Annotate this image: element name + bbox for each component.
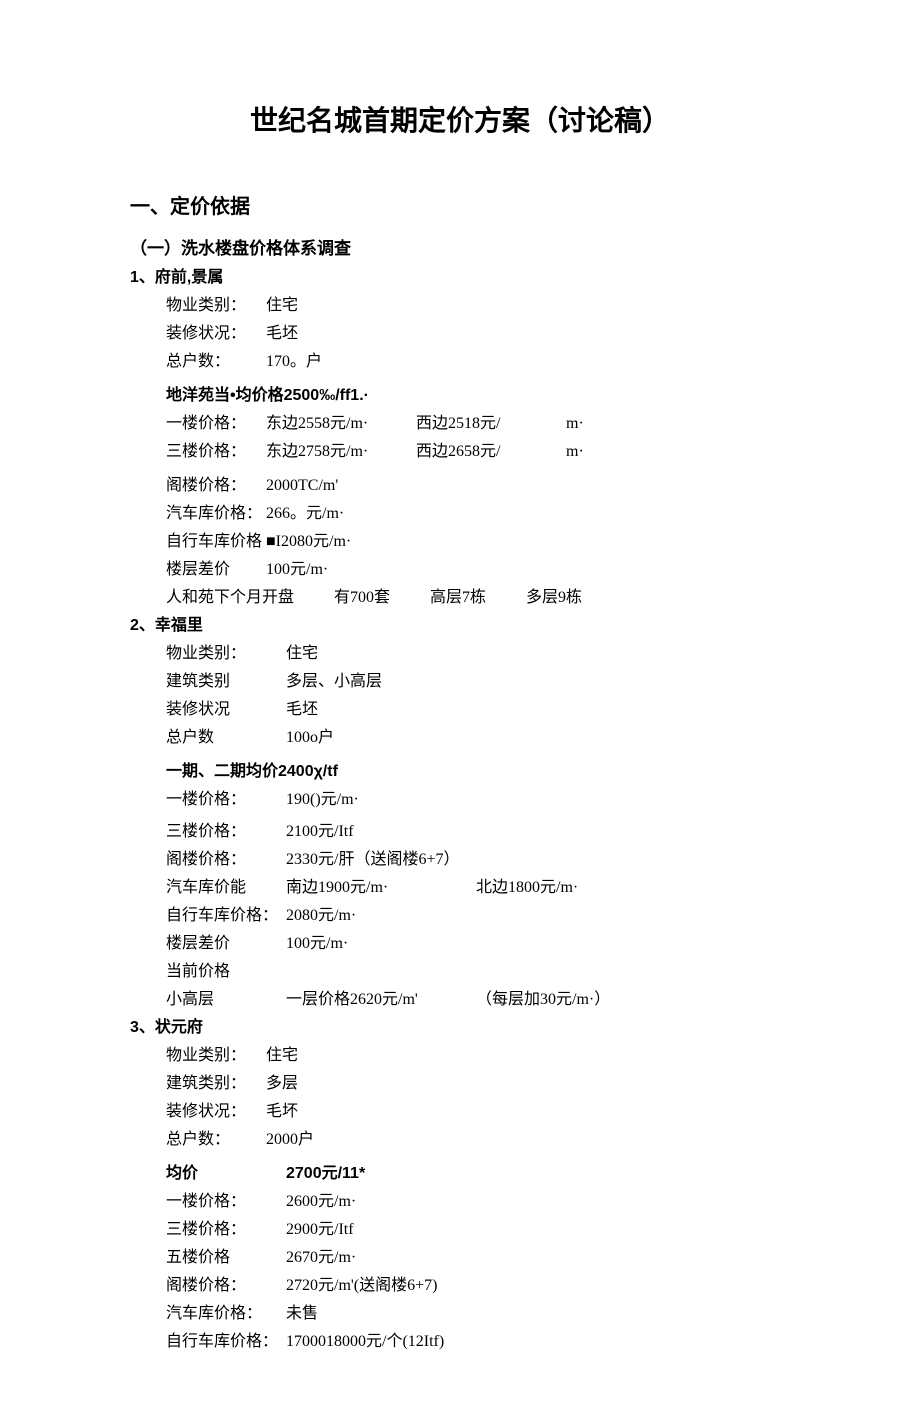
property-3-block: 物业类别：住宅 建筑类别：多层 装修状况：毛坏 总户数：2000户 均价 270… — [166, 1044, 790, 1354]
p2-attic-label: 阁楼价格： — [166, 848, 286, 872]
p3-build-label: 建筑类别： — [166, 1072, 266, 1096]
p1-attic-label: 阁楼价格： — [166, 474, 266, 498]
p2-smallhigh-label: 小高层 — [166, 988, 286, 1012]
p1-type-label: 物业类别： — [166, 294, 266, 318]
p3-garage-value: 未售 — [286, 1302, 318, 1326]
p1-floor1-unit: m· — [566, 412, 584, 436]
p3-deco-value: 毛坏 — [266, 1100, 298, 1124]
p2-bike-label: 自行车库价格： — [166, 904, 286, 928]
p1-note-c: 高层7栋 — [430, 586, 486, 610]
p1-floor3-unit: m· — [566, 440, 584, 464]
property-2-heading: 2、幸福里 — [130, 614, 790, 638]
p1-bike-value: ■I2080元/m· — [266, 530, 351, 554]
p3-attic-value: 2720元/m'(送阁楼6+7) — [286, 1274, 437, 1298]
p2-garage-label: 汽车库价能 — [166, 876, 286, 900]
p1-note-row: 人和苑下个月开盘 有700套 高层7栋 多层9栋 — [166, 586, 790, 610]
p3-floor5-label: 五楼价格 — [166, 1246, 286, 1270]
p2-floor1-value: 190()元/m· — [286, 788, 359, 812]
property-3-heading: 3、状元府 — [130, 1016, 790, 1040]
p1-note-d: 多层9栋 — [526, 586, 582, 610]
p1-note-b: 有700套 — [334, 586, 390, 610]
p1-households-value: 170。户 — [266, 350, 322, 374]
p1-garage-label: 汽车库价格： — [166, 502, 266, 526]
p2-floordiff-label: 楼层差价 — [166, 932, 286, 956]
p3-bike-value: 1700018000元/个(12Itf) — [286, 1330, 444, 1354]
survey-heading: （一）洗水楼盘价格体系调查 — [130, 236, 790, 262]
p2-build-label: 建筑类别 — [166, 670, 286, 694]
p2-type-value: 住宅 — [286, 642, 318, 666]
p2-bike-value: 2080元/m· — [286, 904, 356, 928]
p2-current-label: 当前价格 — [166, 960, 286, 984]
p1-bike-label: 自行车库价格 — [166, 530, 266, 554]
p2-type-label: 物业类别： — [166, 642, 286, 666]
p1-floor1-label: 一楼价格： — [166, 412, 266, 436]
property-2-block: 物业类别：住宅 建筑类别多层、小高层 装修状况毛坯 总户数100o户 一期、二期… — [166, 642, 790, 1012]
p1-floor3-east: 东边2758元/m· — [266, 440, 416, 464]
p3-deco-label: 装修状况： — [166, 1100, 266, 1124]
p3-floor1-label: 一楼价格： — [166, 1190, 286, 1214]
p2-garage-north: 北边1800元/m· — [476, 876, 578, 900]
p2-floordiff-value: 100元/m· — [286, 932, 348, 956]
p2-floor1-label: 一楼价格： — [166, 788, 286, 812]
p2-floor3-value: 2100元/Itf — [286, 820, 354, 844]
page-title: 世纪名城首期定价方案（讨论稿） — [130, 100, 790, 142]
p3-floor3-label: 三楼价格： — [166, 1218, 286, 1242]
p3-floor1-value: 2600元/m· — [286, 1190, 356, 1214]
p2-garage-south: 南边1900元/m· — [286, 876, 476, 900]
p2-smallhigh-price: 一层价格2620元/m' — [286, 988, 476, 1012]
p3-attic-label: 阁楼价格： — [166, 1274, 286, 1298]
p3-avg-value: 2700元/11* — [286, 1162, 365, 1186]
p1-avg-price-line: 地洋苑当•均价格2500‰/ff1.· — [166, 384, 790, 408]
p2-deco-value: 毛坯 — [286, 698, 318, 722]
p3-households-label: 总户数： — [166, 1128, 266, 1152]
p3-floor3-value: 2900元/Itf — [286, 1218, 354, 1242]
section-1-heading: 一、定价依据 — [130, 192, 790, 222]
p2-households-label: 总户数 — [166, 726, 286, 750]
p2-households-value: 100o户 — [286, 726, 334, 750]
p1-garage-value: 266。元/m· — [266, 502, 344, 526]
p1-note-a: 人和苑下个月开盘 — [166, 586, 294, 610]
p3-build-value: 多层 — [266, 1072, 298, 1096]
p3-floor5-value: 2670元/m· — [286, 1246, 356, 1270]
p2-deco-label: 装修状况 — [166, 698, 286, 722]
property-1-heading: 1、府前,景属 — [130, 266, 790, 290]
p3-avg-label: 均价 — [166, 1162, 286, 1186]
p1-floor1-east: 东边2558元/m· — [266, 412, 416, 436]
p1-deco-label: 装修状况： — [166, 322, 266, 346]
p3-households-value: 2000户 — [266, 1128, 314, 1152]
p1-households-label: 总户数： — [166, 350, 266, 374]
p2-floor3-label: 三楼价格： — [166, 820, 286, 844]
p1-type-value: 住宅 — [266, 294, 298, 318]
p1-floordiff-value: 100元/m· — [266, 558, 328, 582]
p2-avg-price-line: 一期、二期均价2400χ/tf — [166, 760, 790, 784]
property-1-block: 物业类别：住宅 装修状况：毛坯 总户数：170。户 地洋苑当•均价格2500‰/… — [166, 294, 790, 610]
p3-garage-label: 汽车库价格： — [166, 1302, 286, 1326]
p3-bike-label: 自行车库价格： — [166, 1330, 286, 1354]
p2-smallhigh-inc: （每层加30元/m·） — [476, 988, 610, 1012]
p2-attic-value: 2330元/肝（送阁楼6+7） — [286, 848, 459, 872]
p1-attic-value: 2000TC/m' — [266, 474, 338, 498]
p1-deco-value: 毛坯 — [266, 322, 298, 346]
p1-floor3-west: 西边2658元/ — [416, 440, 566, 464]
p3-type-label: 物业类别： — [166, 1044, 266, 1068]
p1-floor1-west: 西边2518元/ — [416, 412, 566, 436]
p3-type-value: 住宅 — [266, 1044, 298, 1068]
p1-floor3-label: 三楼价格： — [166, 440, 266, 464]
p2-build-value: 多层、小高层 — [286, 670, 382, 694]
p1-floordiff-label: 楼层差价 — [166, 558, 266, 582]
